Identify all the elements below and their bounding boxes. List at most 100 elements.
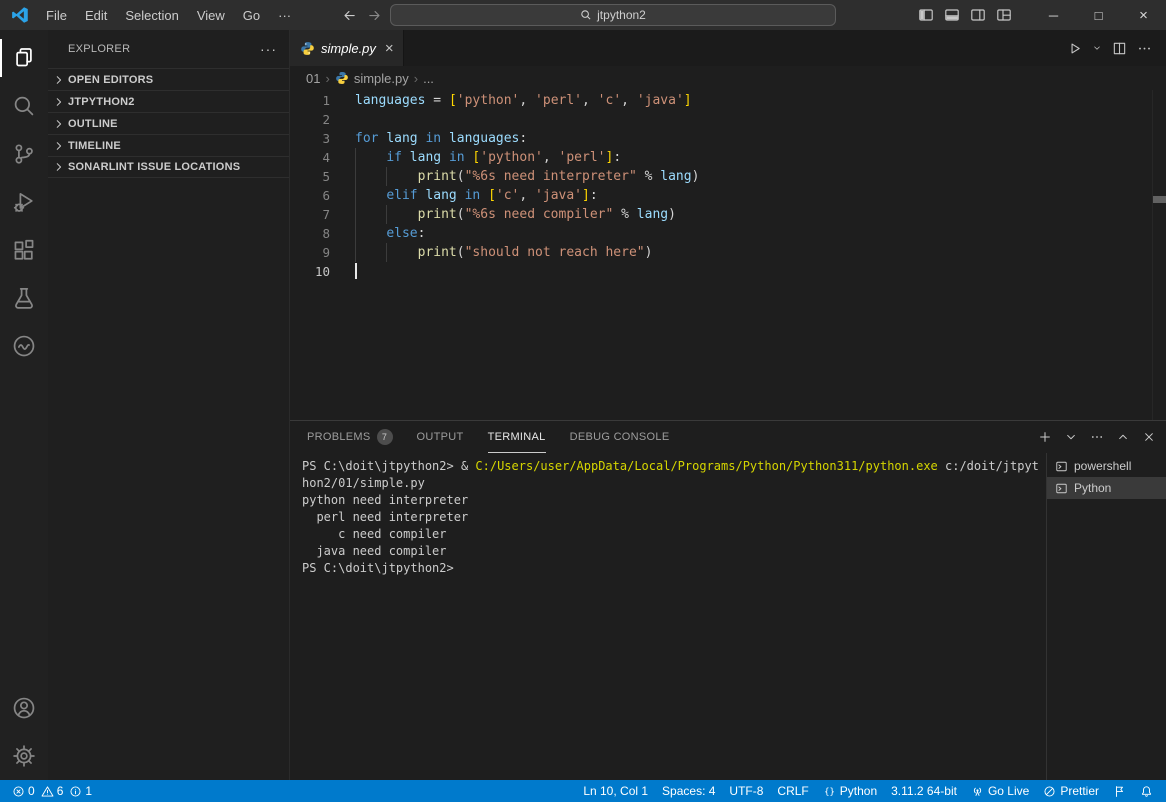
- status-indentation[interactable]: Spaces: 4: [655, 780, 722, 802]
- editor-code-area[interactable]: 1 languages = ['python', 'perl', 'c', 'ja…: [290, 90, 1166, 420]
- terminal-line: python need interpreter: [302, 493, 469, 507]
- terminal-label: Python: [1074, 481, 1112, 495]
- maximize-panel-button[interactable]: [1116, 430, 1130, 444]
- toggle-primary-sidebar-button[interactable]: [913, 0, 939, 30]
- status-go-live[interactable]: Go Live: [964, 780, 1036, 802]
- activitybar-item-search[interactable]: [0, 82, 48, 130]
- line-number: 8: [322, 226, 330, 241]
- panel-tab-terminal[interactable]: TERMINAL: [487, 421, 546, 453]
- menu-item-view[interactable]: View: [188, 0, 234, 30]
- activitybar-item-source-control[interactable]: [0, 130, 48, 178]
- activitybar-item-run-and-debug[interactable]: [0, 178, 48, 226]
- menu-item-selection[interactable]: Selection: [116, 0, 187, 30]
- activity-bar: [0, 30, 48, 780]
- terminal-list-item-python[interactable]: Python: [1047, 477, 1166, 499]
- code-line-content: [355, 110, 1166, 129]
- sidebar-section-open-editors[interactable]: OPEN EDITORS: [48, 68, 289, 90]
- status-python-interpreter[interactable]: 3.11.2 64-bit: [884, 780, 964, 802]
- breadcrumb-file[interactable]: simple.py: [354, 71, 409, 86]
- editor-tab-simple-py[interactable]: simple.py ×: [290, 30, 404, 66]
- menu-item-file[interactable]: File: [37, 0, 76, 30]
- status-prettier[interactable]: Prettier: [1036, 780, 1106, 802]
- editor-scrollbar[interactable]: [1152, 90, 1166, 420]
- run-debug-icon: [12, 190, 36, 214]
- breadcrumb-folder[interactable]: 01: [306, 71, 320, 86]
- extensions-icon: [12, 238, 36, 262]
- terminal-list-item-powershell[interactable]: powershell: [1047, 455, 1166, 477]
- files-icon: [12, 46, 36, 70]
- sidebar-section-jtpython2[interactable]: JTPYTHON2: [48, 90, 289, 112]
- workbench: EXPLORER ··· OPEN EDITORS JTPYTHON2 OUTLIN…: [0, 30, 1166, 780]
- activitybar-item-manage[interactable]: [0, 732, 48, 780]
- status-feedback[interactable]: [1106, 780, 1133, 802]
- history-navigation: [342, 8, 382, 23]
- panel-tab-output[interactable]: OUTPUT: [417, 421, 464, 453]
- line-number: 3: [322, 131, 330, 146]
- terminal-line: java need compiler: [302, 544, 447, 558]
- close-button[interactable]: ×: [1121, 0, 1166, 30]
- panel-more-actions-button[interactable]: [1090, 430, 1104, 444]
- editor-more-actions-button[interactable]: [1133, 30, 1156, 66]
- status-problems[interactable]: 0 6 1: [8, 784, 99, 798]
- run-dropdown-button[interactable]: [1088, 30, 1106, 66]
- sidebar-header: EXPLORER ···: [48, 30, 289, 68]
- activitybar-item-sonarlint[interactable]: [0, 322, 48, 370]
- run-python-file-button[interactable]: [1063, 30, 1086, 66]
- forward-button[interactable]: [367, 8, 382, 23]
- status-encoding[interactable]: UTF-8: [722, 780, 770, 802]
- indent-guide: [355, 205, 356, 224]
- source-control-icon: [12, 142, 36, 166]
- status-eol[interactable]: CRLF: [770, 780, 815, 802]
- sidebar-section-outline[interactable]: OUTLINE: [48, 112, 289, 134]
- close-panel-button[interactable]: [1142, 430, 1156, 444]
- account-icon: [12, 696, 36, 720]
- menu-item-go[interactable]: Go: [234, 0, 269, 30]
- indent-guide: [386, 167, 388, 186]
- terminal-line: c need compiler: [302, 527, 447, 541]
- panel-tab-label: OUTPUT: [416, 431, 464, 443]
- minimize-button[interactable]: ─: [1031, 0, 1076, 30]
- toggle-secondary-sidebar-button[interactable]: [965, 0, 991, 30]
- back-button[interactable]: [342, 8, 357, 23]
- vscode-window: File Edit Selection View Go ··· jtpython2 ─ □…: [0, 0, 1166, 802]
- panel-body: PS C:\doit\jtpython2> & C:/Users/user/Ap…: [290, 453, 1166, 780]
- toggle-panel-button[interactable]: [939, 0, 965, 30]
- sidebar-section-sonarlint-issue-locations[interactable]: SONARLINT ISSUE LOCATIONS: [48, 156, 289, 178]
- bell-icon: [1140, 785, 1153, 798]
- maximize-button[interactable]: □: [1076, 0, 1121, 30]
- warning-icon: [41, 785, 54, 798]
- breadcrumb-separator: ›: [325, 70, 330, 86]
- sidebar-more-actions-button[interactable]: ···: [260, 41, 277, 57]
- code-line: 8 else:: [290, 224, 1166, 243]
- section-label: SONARLINT ISSUE LOCATIONS: [68, 161, 241, 173]
- problem-count: 1: [85, 784, 93, 798]
- command-center-search[interactable]: jtpython2: [390, 4, 836, 26]
- customize-layout-button[interactable]: [991, 0, 1017, 30]
- problems-badge: 7: [376, 429, 393, 445]
- sidebar-section-timeline[interactable]: TIMELINE: [48, 134, 289, 156]
- activitybar-item-extensions[interactable]: [0, 226, 48, 274]
- code-line: 9 print("should not reach here"): [290, 243, 1166, 262]
- tab-close-button[interactable]: ×: [385, 40, 394, 57]
- status-label: Go Live: [987, 784, 1030, 798]
- breadcrumb-symbol[interactable]: ...: [423, 71, 434, 86]
- terminal-output[interactable]: PS C:\doit\jtpython2> & C:/Users/user/Ap…: [290, 453, 1046, 780]
- activitybar-item-accounts[interactable]: [0, 684, 48, 732]
- status-notifications[interactable]: [1133, 780, 1160, 802]
- panel-tab-problems[interactable]: PROBLEMS 7: [307, 421, 393, 453]
- terminal-launch-dropdown-button[interactable]: [1064, 430, 1078, 444]
- code-line: 4 if lang in ['python', 'perl']:: [290, 148, 1166, 167]
- menu-item-[interactable]: ···: [269, 0, 300, 30]
- status-cursor-position[interactable]: Ln 10, Col 1: [576, 780, 655, 802]
- activitybar-item-testing[interactable]: [0, 274, 48, 322]
- status-language-mode[interactable]: {} Python: [816, 780, 884, 802]
- text-cursor: [355, 263, 357, 279]
- panel-tab-debug-console[interactable]: DEBUG CONSOLE: [570, 421, 670, 453]
- activitybar-item-explorer[interactable]: [0, 34, 48, 82]
- split-editor-icon: [1112, 41, 1127, 56]
- split-editor-button[interactable]: [1108, 30, 1131, 66]
- menu-item-edit[interactable]: Edit: [76, 0, 116, 30]
- code-line: 7 print("%6s need compiler" % lang): [290, 205, 1166, 224]
- new-terminal-button[interactable]: [1038, 430, 1052, 444]
- status-label: 3.11.2 64-bit: [891, 784, 957, 798]
